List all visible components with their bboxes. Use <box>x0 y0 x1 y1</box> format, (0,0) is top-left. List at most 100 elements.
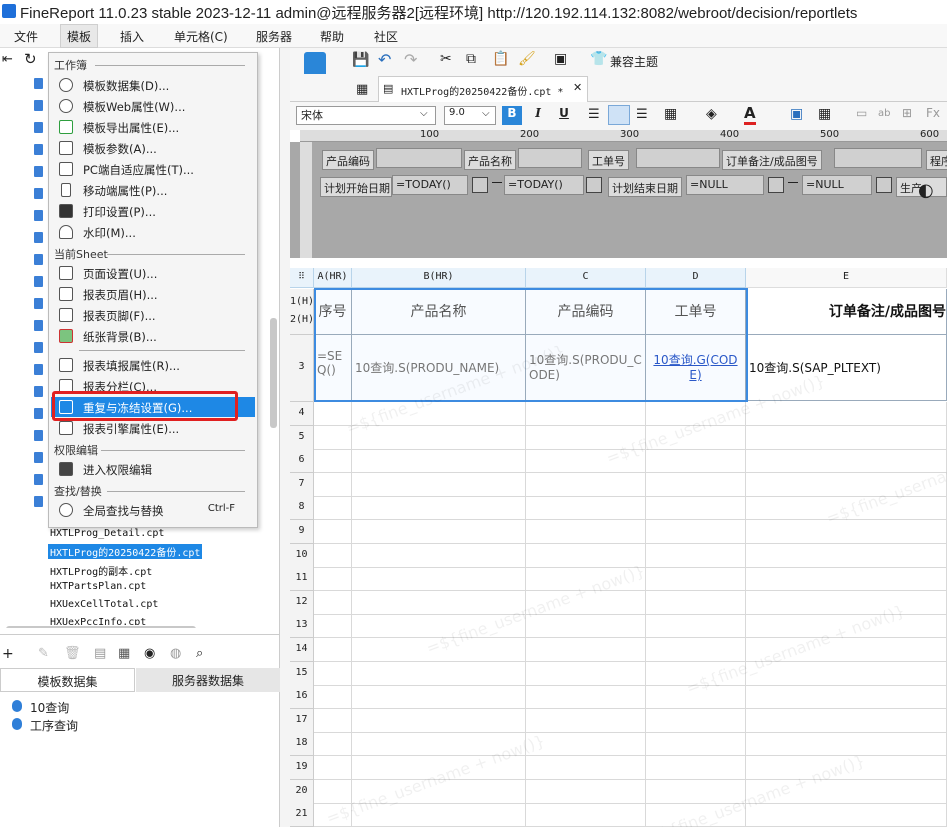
grid-cell[interactable] <box>646 473 746 497</box>
calendar-icon[interactable] <box>472 177 488 193</box>
calendar-icon[interactable] <box>876 177 892 193</box>
underline-button[interactable]: U <box>554 106 574 125</box>
align-center-icon[interactable] <box>608 105 630 125</box>
grid-cell[interactable] <box>646 544 746 568</box>
menu-item-web-attributes[interactable]: 模板Web属性(W)... <box>51 96 255 116</box>
row-header[interactable]: 17 <box>290 709 314 733</box>
row-header[interactable]: 21 <box>290 803 314 827</box>
chevron-down-icon[interactable]: ⌵ <box>420 108 428 119</box>
row-header[interactable]: 3 <box>290 335 314 402</box>
preview-icon[interactable]: ▣ <box>554 51 567 67</box>
grid-cell[interactable] <box>352 449 526 473</box>
grid-cell[interactable] <box>314 496 352 520</box>
search-icon[interactable]: ⌕ <box>196 646 203 661</box>
tree-scrollbar[interactable] <box>270 318 277 428</box>
grid-cell[interactable] <box>526 473 646 497</box>
tree-item[interactable]: HXUexCellTotal.cpt <box>50 599 158 610</box>
menu-item-permission-edit[interactable]: 进入权限编辑 <box>51 459 255 479</box>
menu-item-fill-attributes[interactable]: 报表填报属性(R)... <box>51 355 255 375</box>
param-input-product-name[interactable] <box>518 148 582 168</box>
menu-item-global-find-replace[interactable]: 全局查找与替换 Ctrl-F <box>51 500 255 520</box>
grid-cell[interactable] <box>314 709 352 733</box>
align-right-icon[interactable]: ☰ <box>636 107 648 122</box>
tree-item[interactable]: HXTLProg的副本.cpt <box>50 563 152 578</box>
menu-item-template-dataset[interactable]: 模板数据集(D)... <box>51 75 255 95</box>
grid-cell[interactable] <box>526 638 646 662</box>
column-header[interactable]: D <box>646 268 746 288</box>
grid-cell[interactable] <box>352 709 526 733</box>
chevron-down-icon[interactable]: ⌵ <box>482 108 490 119</box>
field-icon[interactable]: ⊞ <box>902 106 912 120</box>
menu-item-watermark[interactable]: 水印(M)... <box>51 222 255 242</box>
grid-cell[interactable] <box>746 520 947 544</box>
grid-cell[interactable] <box>526 402 646 426</box>
grid-cell[interactable] <box>646 520 746 544</box>
grid-cell[interactable] <box>352 685 526 709</box>
font-color-icon[interactable]: A <box>744 104 756 125</box>
db-icon[interactable]: ◉ <box>144 646 155 661</box>
grid-cell[interactable] <box>646 496 746 520</box>
column-header[interactable]: E <box>746 268 947 288</box>
grid-cell[interactable] <box>352 496 526 520</box>
tree-item-selected[interactable]: HXTLProg的20250422备份.cpt <box>48 544 203 559</box>
row-header[interactable]: 11 <box>290 567 314 591</box>
menu-item-page-setup[interactable]: 页面设置(U)... <box>51 263 255 283</box>
calendar-icon[interactable] <box>768 177 784 193</box>
menu-item-paper-background[interactable]: 纸张背景(B)... <box>51 326 255 346</box>
grid-cell[interactable] <box>646 756 746 780</box>
grid-cell[interactable] <box>646 591 746 615</box>
delete-icon[interactable]: 🗑 <box>64 646 81 661</box>
theme-icon[interactable]: 👕 <box>590 51 607 67</box>
row-header-header[interactable]: 1(H) 2(H) <box>290 289 314 335</box>
param-input-order-remark[interactable] <box>834 148 922 168</box>
formula-icon[interactable]: Fx <box>926 106 940 120</box>
grid-cell[interactable] <box>526 614 646 638</box>
column-header[interactable]: A(HR) <box>314 268 352 288</box>
row-header[interactable]: 10 <box>290 544 314 568</box>
tree-item[interactable]: HXTPartsPlan.cpt <box>50 581 146 592</box>
grid-cell[interactable] <box>526 496 646 520</box>
insert-image-icon[interactable]: ▣ <box>790 106 803 122</box>
format-brush-icon[interactable]: 🖌 <box>518 51 536 67</box>
param-input-product-code[interactable] <box>376 148 462 168</box>
menu-insert[interactable]: 插入 <box>120 28 144 45</box>
row-header[interactable]: 18 <box>290 732 314 756</box>
menu-item-report-header[interactable]: 报表页眉(H)... <box>51 284 255 304</box>
grid-cell[interactable] <box>314 638 352 662</box>
grid-cell[interactable] <box>314 591 352 615</box>
param-input-plan-start[interactable]: =TODAY() <box>392 175 468 195</box>
column-header[interactable]: C <box>526 268 646 288</box>
grid-cell[interactable] <box>314 473 352 497</box>
hide-icon[interactable]: ◐ <box>918 180 934 201</box>
grid-cell[interactable] <box>314 780 352 804</box>
menu-item-report-footer[interactable]: 报表页脚(F)... <box>51 305 255 325</box>
db-refresh-icon[interactable]: ◍ <box>170 646 181 661</box>
grid-cell[interactable] <box>526 780 646 804</box>
tab-template-dataset[interactable]: 模板数据集 <box>0 668 135 692</box>
menu-item-mobile-attributes[interactable]: 移动端属性(P)... <box>51 180 255 200</box>
row-header[interactable]: 20 <box>290 780 314 804</box>
row-header[interactable]: 7 <box>290 473 314 497</box>
grid-cell[interactable] <box>314 449 352 473</box>
grid-cell[interactable] <box>746 591 947 615</box>
param-input-plan-end[interactable]: =NULL <box>686 175 764 195</box>
grid-cell[interactable] <box>646 449 746 473</box>
align-left-icon[interactable]: ☰ <box>588 107 600 122</box>
close-icon[interactable]: ✕ <box>573 81 582 94</box>
calendar-icon[interactable] <box>586 177 602 193</box>
row-header[interactable]: 12 <box>290 591 314 615</box>
menu-item-template-params[interactable]: 模板参数(A)... <box>51 138 255 158</box>
grid-cell[interactable] <box>646 709 746 733</box>
dataset-item[interactable]: 工序查询 <box>30 717 78 734</box>
grid-cell[interactable] <box>746 449 947 473</box>
row-header[interactable]: 16 <box>290 685 314 709</box>
param-input-plan-start-end[interactable]: =TODAY() <box>504 175 584 195</box>
menu-item-engine-attributes[interactable]: 报表引擎属性(E)... <box>51 418 255 438</box>
grid-cell[interactable] <box>746 709 947 733</box>
row-header[interactable]: 15 <box>290 662 314 686</box>
compat-theme-button[interactable]: 兼容主题 <box>610 53 658 70</box>
grid-cell[interactable] <box>352 544 526 568</box>
preview-icon[interactable]: ▤ <box>94 646 106 661</box>
grid-cell[interactable] <box>314 685 352 709</box>
grid-cell[interactable] <box>646 732 746 756</box>
